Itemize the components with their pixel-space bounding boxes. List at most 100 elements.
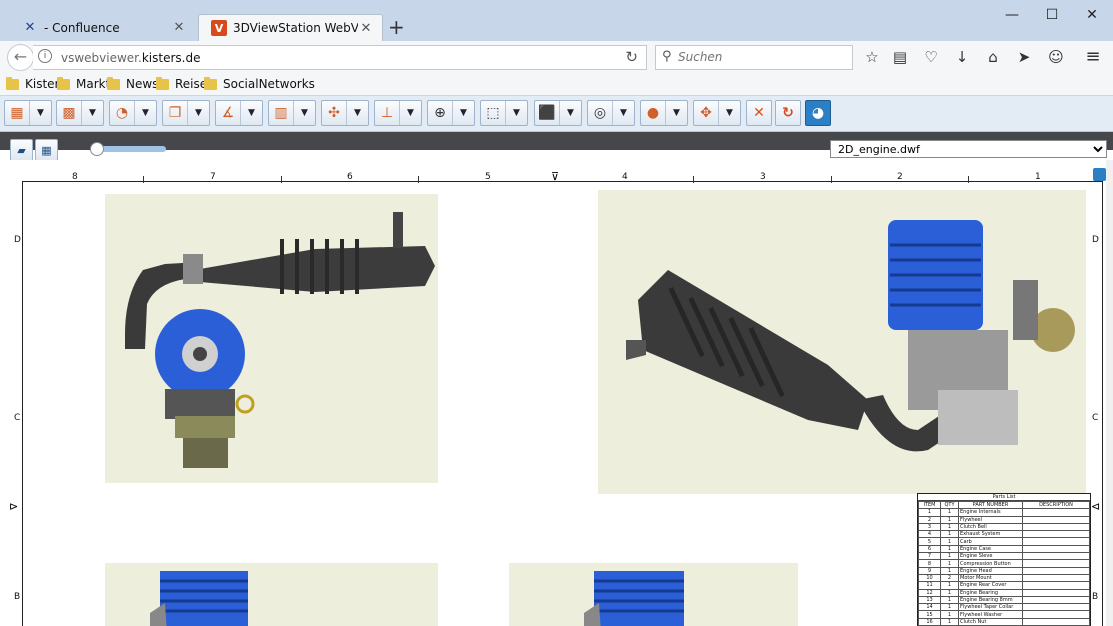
zoom-slider-track[interactable] xyxy=(96,146,166,152)
zoom-slider-thumb[interactable] xyxy=(90,142,104,156)
chevron-down-icon[interactable]: ▼ xyxy=(612,101,634,125)
table-row: 14 1 Flywheel Taper Collar xyxy=(918,603,1090,612)
table-cell xyxy=(1022,573,1090,583)
table-row: 15 1 Flywheel Washer xyxy=(918,610,1090,619)
drawing-view-isometric[interactable] xyxy=(598,190,1086,494)
toolbar-copy-button[interactable]: ❐ ▼ xyxy=(162,100,210,126)
chevron-down-icon[interactable]: ▼ xyxy=(505,101,527,125)
toolbar-section-button[interactable]: ▥ ▼ xyxy=(268,100,316,126)
search-input[interactable] xyxy=(678,50,848,64)
bookmark-news[interactable]: News xyxy=(107,76,158,91)
delete-x-icon[interactable]: ✕ xyxy=(746,100,772,126)
ruler-tick xyxy=(143,176,144,183)
toolbar-color-button[interactable]: ● ▼ xyxy=(640,100,688,126)
hamburger-menu-icon[interactable]: ≡ xyxy=(1083,47,1103,67)
open-folder-icon[interactable]: ▰ xyxy=(10,139,33,161)
render-mode-icon: ⬛ xyxy=(538,105,556,121)
chevron-down-icon[interactable]: ▼ xyxy=(240,101,262,125)
send-icon[interactable]: ➤ xyxy=(1014,47,1034,67)
assembly-tree-icon: ▩ xyxy=(62,105,76,121)
chevron-down-icon[interactable]: ▼ xyxy=(346,101,368,125)
minimize-icon[interactable]: — xyxy=(992,4,1032,26)
grid-view-icon[interactable]: ▦ xyxy=(35,139,58,161)
ruler-tick xyxy=(281,176,282,183)
toolbar-tree-button[interactable]: ▩ ▼ xyxy=(56,100,104,126)
browser-window: ✕ - Confluence ✕ V 3DViewStation WebView… xyxy=(0,0,1113,626)
reload-icon[interactable]: ↻ xyxy=(625,48,638,66)
drawing-view-side[interactable] xyxy=(105,563,438,626)
star-bookmark-icon[interactable]: ☆ xyxy=(862,47,882,67)
bookmark-socialnetworks[interactable]: SocialNetworks xyxy=(204,76,315,91)
ruler-tick xyxy=(831,176,832,183)
toolbar-zoom-button[interactable]: ⊕ ▼ xyxy=(427,100,475,126)
pocket-icon[interactable]: ♡ xyxy=(921,47,941,67)
table-cell xyxy=(1022,581,1090,590)
table-cell: Flywheel xyxy=(958,515,1023,524)
color-palette-icon: ● xyxy=(646,105,660,121)
table-row: 5 1 Carb xyxy=(918,537,1090,546)
maximize-icon[interactable]: ☐ xyxy=(1032,4,1072,26)
toolbar-select-button[interactable]: ◔ ▼ xyxy=(109,100,157,126)
chevron-down-icon[interactable]: ▼ xyxy=(718,101,740,125)
axis-icon: ⊥ xyxy=(380,105,394,121)
home-icon[interactable]: ⌂ xyxy=(983,47,1003,67)
table-cell: Compression Button xyxy=(958,559,1023,568)
navigation-bar: ← i vswebviewer.kisters.de ↻ ⚲ ☆ ▤ ♡ ↓ ⌂… xyxy=(0,41,1113,74)
ruler-col-1: 1 xyxy=(1035,172,1041,182)
file-select[interactable]: 2D_engine.dwf xyxy=(830,140,1107,158)
chevron-down-icon[interactable]: ▼ xyxy=(187,101,209,125)
window-close-icon[interactable]: ✕ xyxy=(1072,4,1112,26)
site-info-icon[interactable]: i xyxy=(38,49,52,63)
fit-view-icon[interactable] xyxy=(1093,168,1106,181)
tab-viewstation[interactable]: V 3DViewStation WebViewer... ✕ xyxy=(198,14,383,41)
table-cell xyxy=(1022,537,1090,546)
section-cut-icon: ▥ xyxy=(274,105,288,121)
chevron-down-icon[interactable]: ▼ xyxy=(81,101,103,125)
reset-icon[interactable]: ↻ xyxy=(775,100,801,126)
col-header: QTY xyxy=(940,500,959,510)
chevron-down-icon[interactable]: ▼ xyxy=(29,101,51,125)
chevron-down-icon[interactable]: ▼ xyxy=(399,101,421,125)
ruler-col-4: 4 xyxy=(622,172,628,182)
table-cell xyxy=(1022,588,1090,597)
url-bar[interactable]: i vswebviewer.kisters.de ↻ xyxy=(33,45,647,70)
chevron-down-icon[interactable]: ▼ xyxy=(452,101,474,125)
toolbar-render-button[interactable]: ⬛ ▼ xyxy=(534,100,582,126)
table-cell: 13 xyxy=(918,595,941,605)
table-cell: 11 xyxy=(918,581,941,590)
copy-geometry-icon: ❐ xyxy=(168,105,182,121)
back-arrow-icon[interactable]: ← xyxy=(7,44,34,71)
search-bar[interactable]: ⚲ xyxy=(655,45,853,70)
folder-icon xyxy=(107,76,120,90)
toolbar-measure-button[interactable]: ∡ ▼ xyxy=(215,100,263,126)
chevron-down-icon[interactable]: ▼ xyxy=(665,101,687,125)
download-arrow-icon[interactable]: ↓ xyxy=(952,47,972,67)
toolbar-move-button[interactable]: ✥ ▼ xyxy=(693,100,741,126)
toolbar-rotate-button[interactable]: ✣ ▼ xyxy=(321,100,369,126)
table-cell: Engine Case xyxy=(958,544,1023,554)
toolbar-view-button[interactable]: ⬚ ▼ xyxy=(480,100,528,126)
vertical-scrollbar[interactable] xyxy=(1106,160,1113,626)
chevron-down-icon[interactable]: ▼ xyxy=(559,101,581,125)
tab-confluence[interactable]: ✕ - Confluence ✕ xyxy=(10,14,195,41)
close-icon[interactable]: ✕ xyxy=(171,20,187,35)
engine-front-illustration xyxy=(125,212,435,468)
col-header: PART NUMBER xyxy=(958,500,1023,510)
chevron-down-icon[interactable]: ▼ xyxy=(293,101,315,125)
emoji-icon[interactable]: ☺ xyxy=(1046,47,1066,67)
toolbar-file-button[interactable]: ▦ ▼ xyxy=(4,100,52,126)
bookmark-markt[interactable]: Markt xyxy=(57,76,110,91)
close-icon[interactable]: ✕ xyxy=(358,21,374,36)
chevron-down-icon[interactable]: ▼ xyxy=(134,101,156,125)
settings-avatar-icon[interactable]: ◕ xyxy=(805,100,831,126)
drawing-view-front[interactable] xyxy=(105,194,438,483)
toolbar-axis-button[interactable]: ⊥ ▼ xyxy=(374,100,422,126)
bookmark-reise[interactable]: Reise xyxy=(156,76,207,91)
toolbar-markup-button[interactable]: ◎ ▼ xyxy=(587,100,635,126)
drawing-view-rear[interactable] xyxy=(509,563,798,626)
new-tab-plus-icon[interactable]: + xyxy=(388,16,405,38)
reading-list-icon[interactable]: ▤ xyxy=(890,47,910,67)
table-cell: 1 xyxy=(940,508,959,517)
table-cell xyxy=(1022,603,1090,612)
bookmarks-bar: Kisters Markt News Reise SocialNetworks xyxy=(0,74,1113,96)
